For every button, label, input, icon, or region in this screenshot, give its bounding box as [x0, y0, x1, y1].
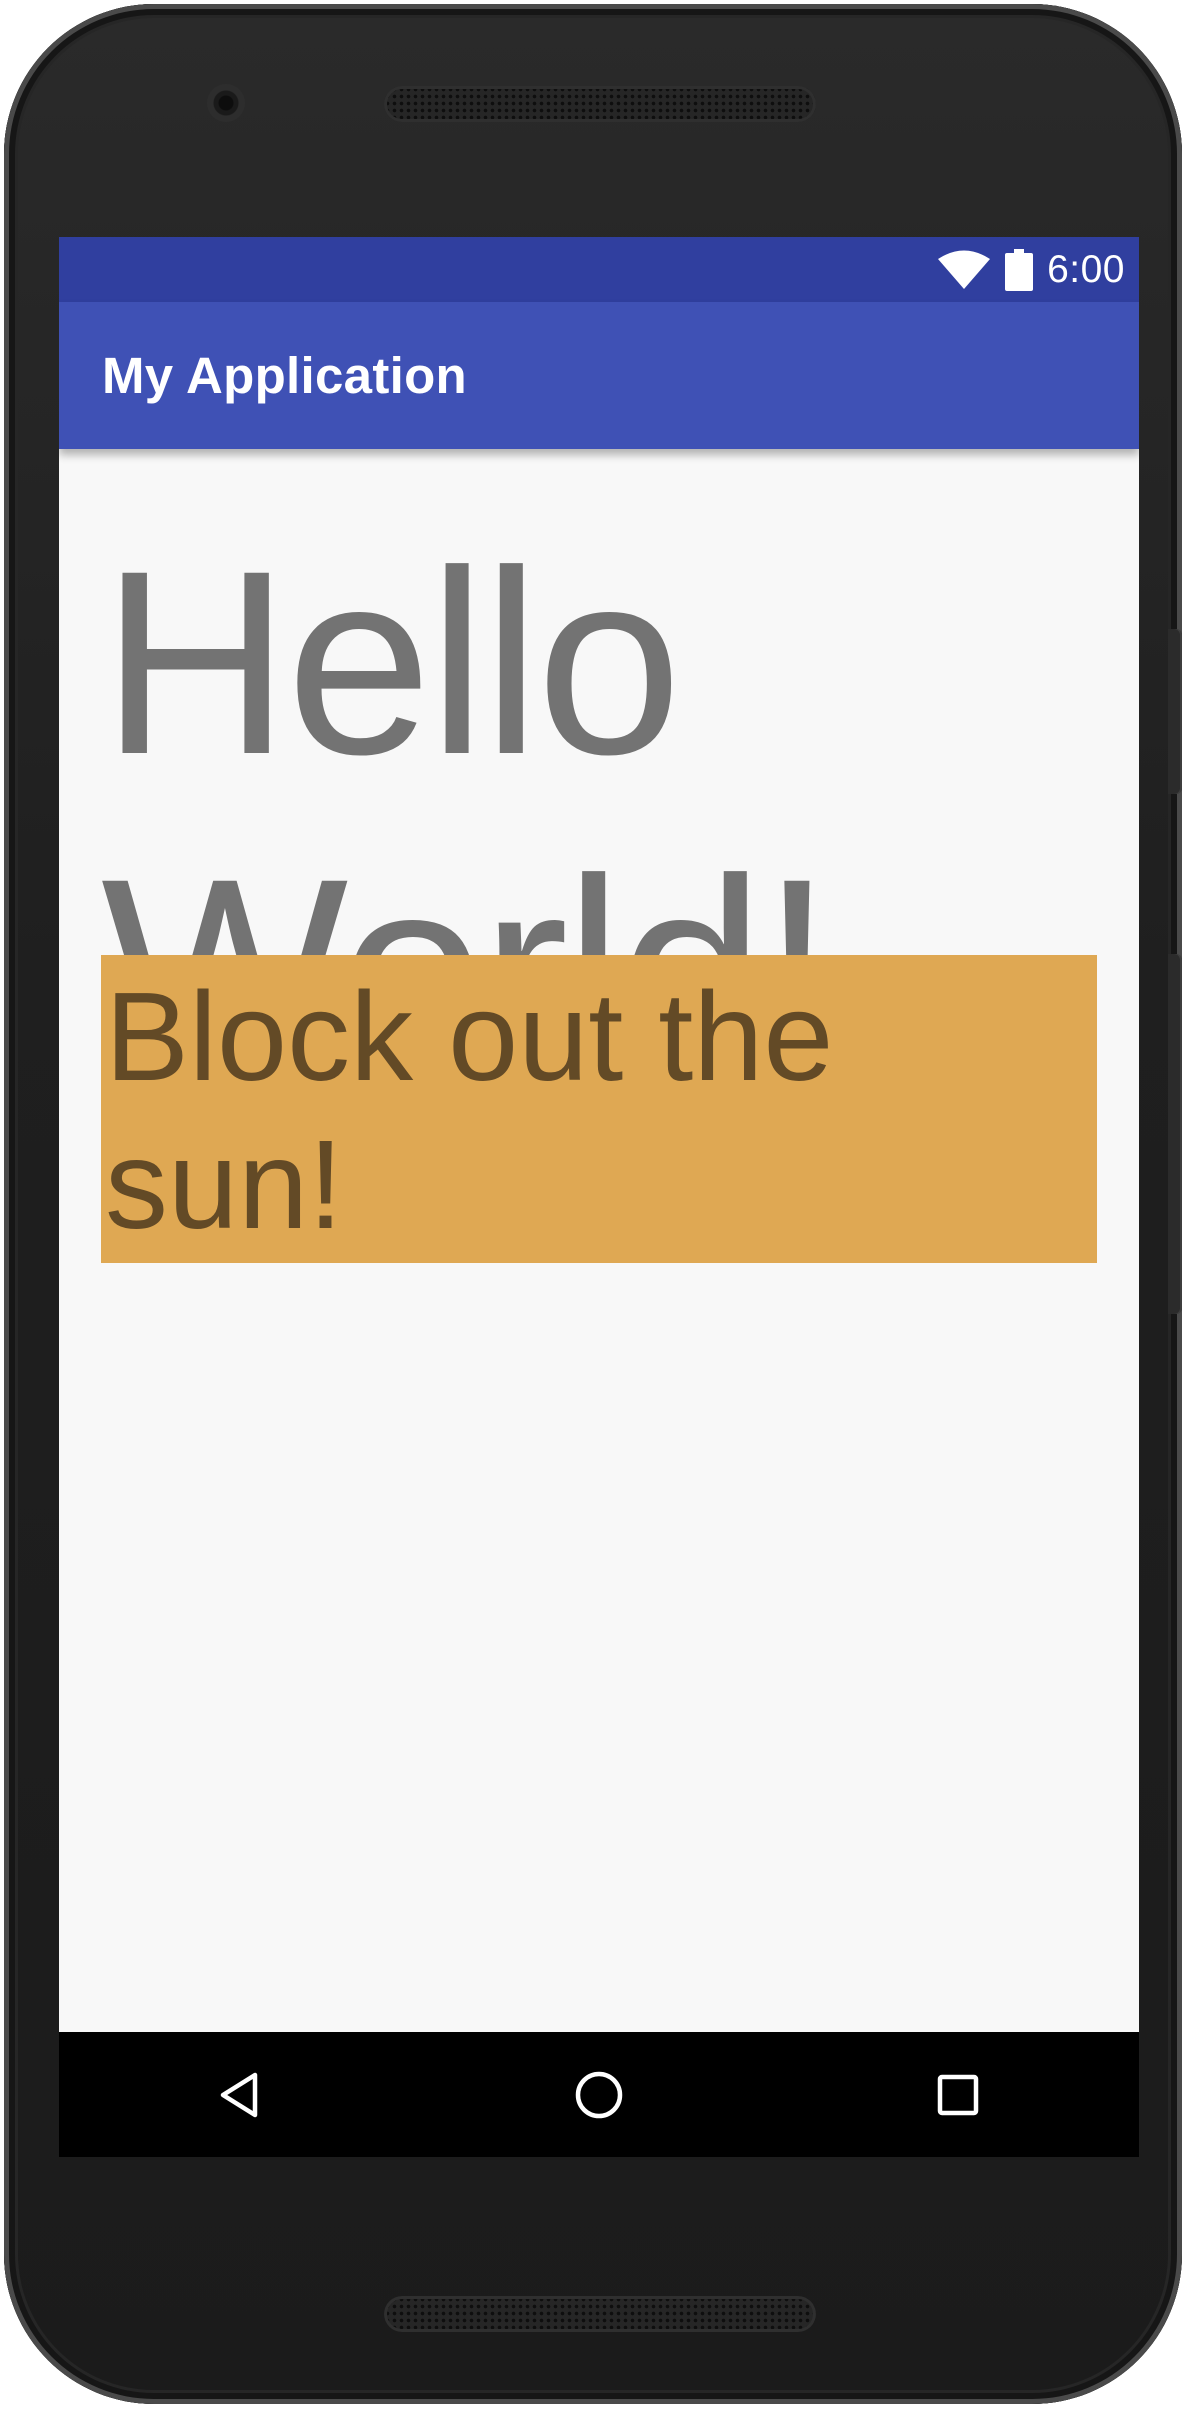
- bottom-speaker: [384, 2296, 816, 2332]
- front-camera: [207, 84, 245, 122]
- status-icons: 6:00: [937, 237, 1125, 302]
- battery-icon: [1005, 248, 1034, 291]
- home-button[interactable]: [536, 2032, 661, 2157]
- sun-banner-text: Block out the sun!: [105, 966, 834, 1255]
- earpiece-speaker: [384, 86, 816, 122]
- status-clock: 6:00: [1047, 248, 1125, 291]
- phone-frame: 6:00 My Application Hello World! Block o…: [4, 4, 1182, 2404]
- recents-icon: [937, 2074, 978, 2115]
- recents-button[interactable]: [895, 2032, 1020, 2157]
- device-screen: 6:00 My Application Hello World! Block o…: [59, 237, 1139, 2157]
- navigation-bar: [59, 2032, 1139, 2157]
- app-title: My Application: [102, 347, 467, 404]
- power-button[interactable]: [1168, 629, 1182, 794]
- status-bar: 6:00: [59, 237, 1139, 302]
- back-icon: [220, 2072, 257, 2117]
- home-icon: [575, 2071, 622, 2118]
- wifi-icon: [937, 250, 991, 290]
- main-content: Hello World! Block out the sun!: [59, 449, 1139, 2032]
- volume-rocker[interactable]: [1168, 954, 1182, 1314]
- sun-banner: Block out the sun!: [101, 955, 1097, 1263]
- back-button[interactable]: [177, 2032, 302, 2157]
- app-bar: My Application: [59, 302, 1139, 449]
